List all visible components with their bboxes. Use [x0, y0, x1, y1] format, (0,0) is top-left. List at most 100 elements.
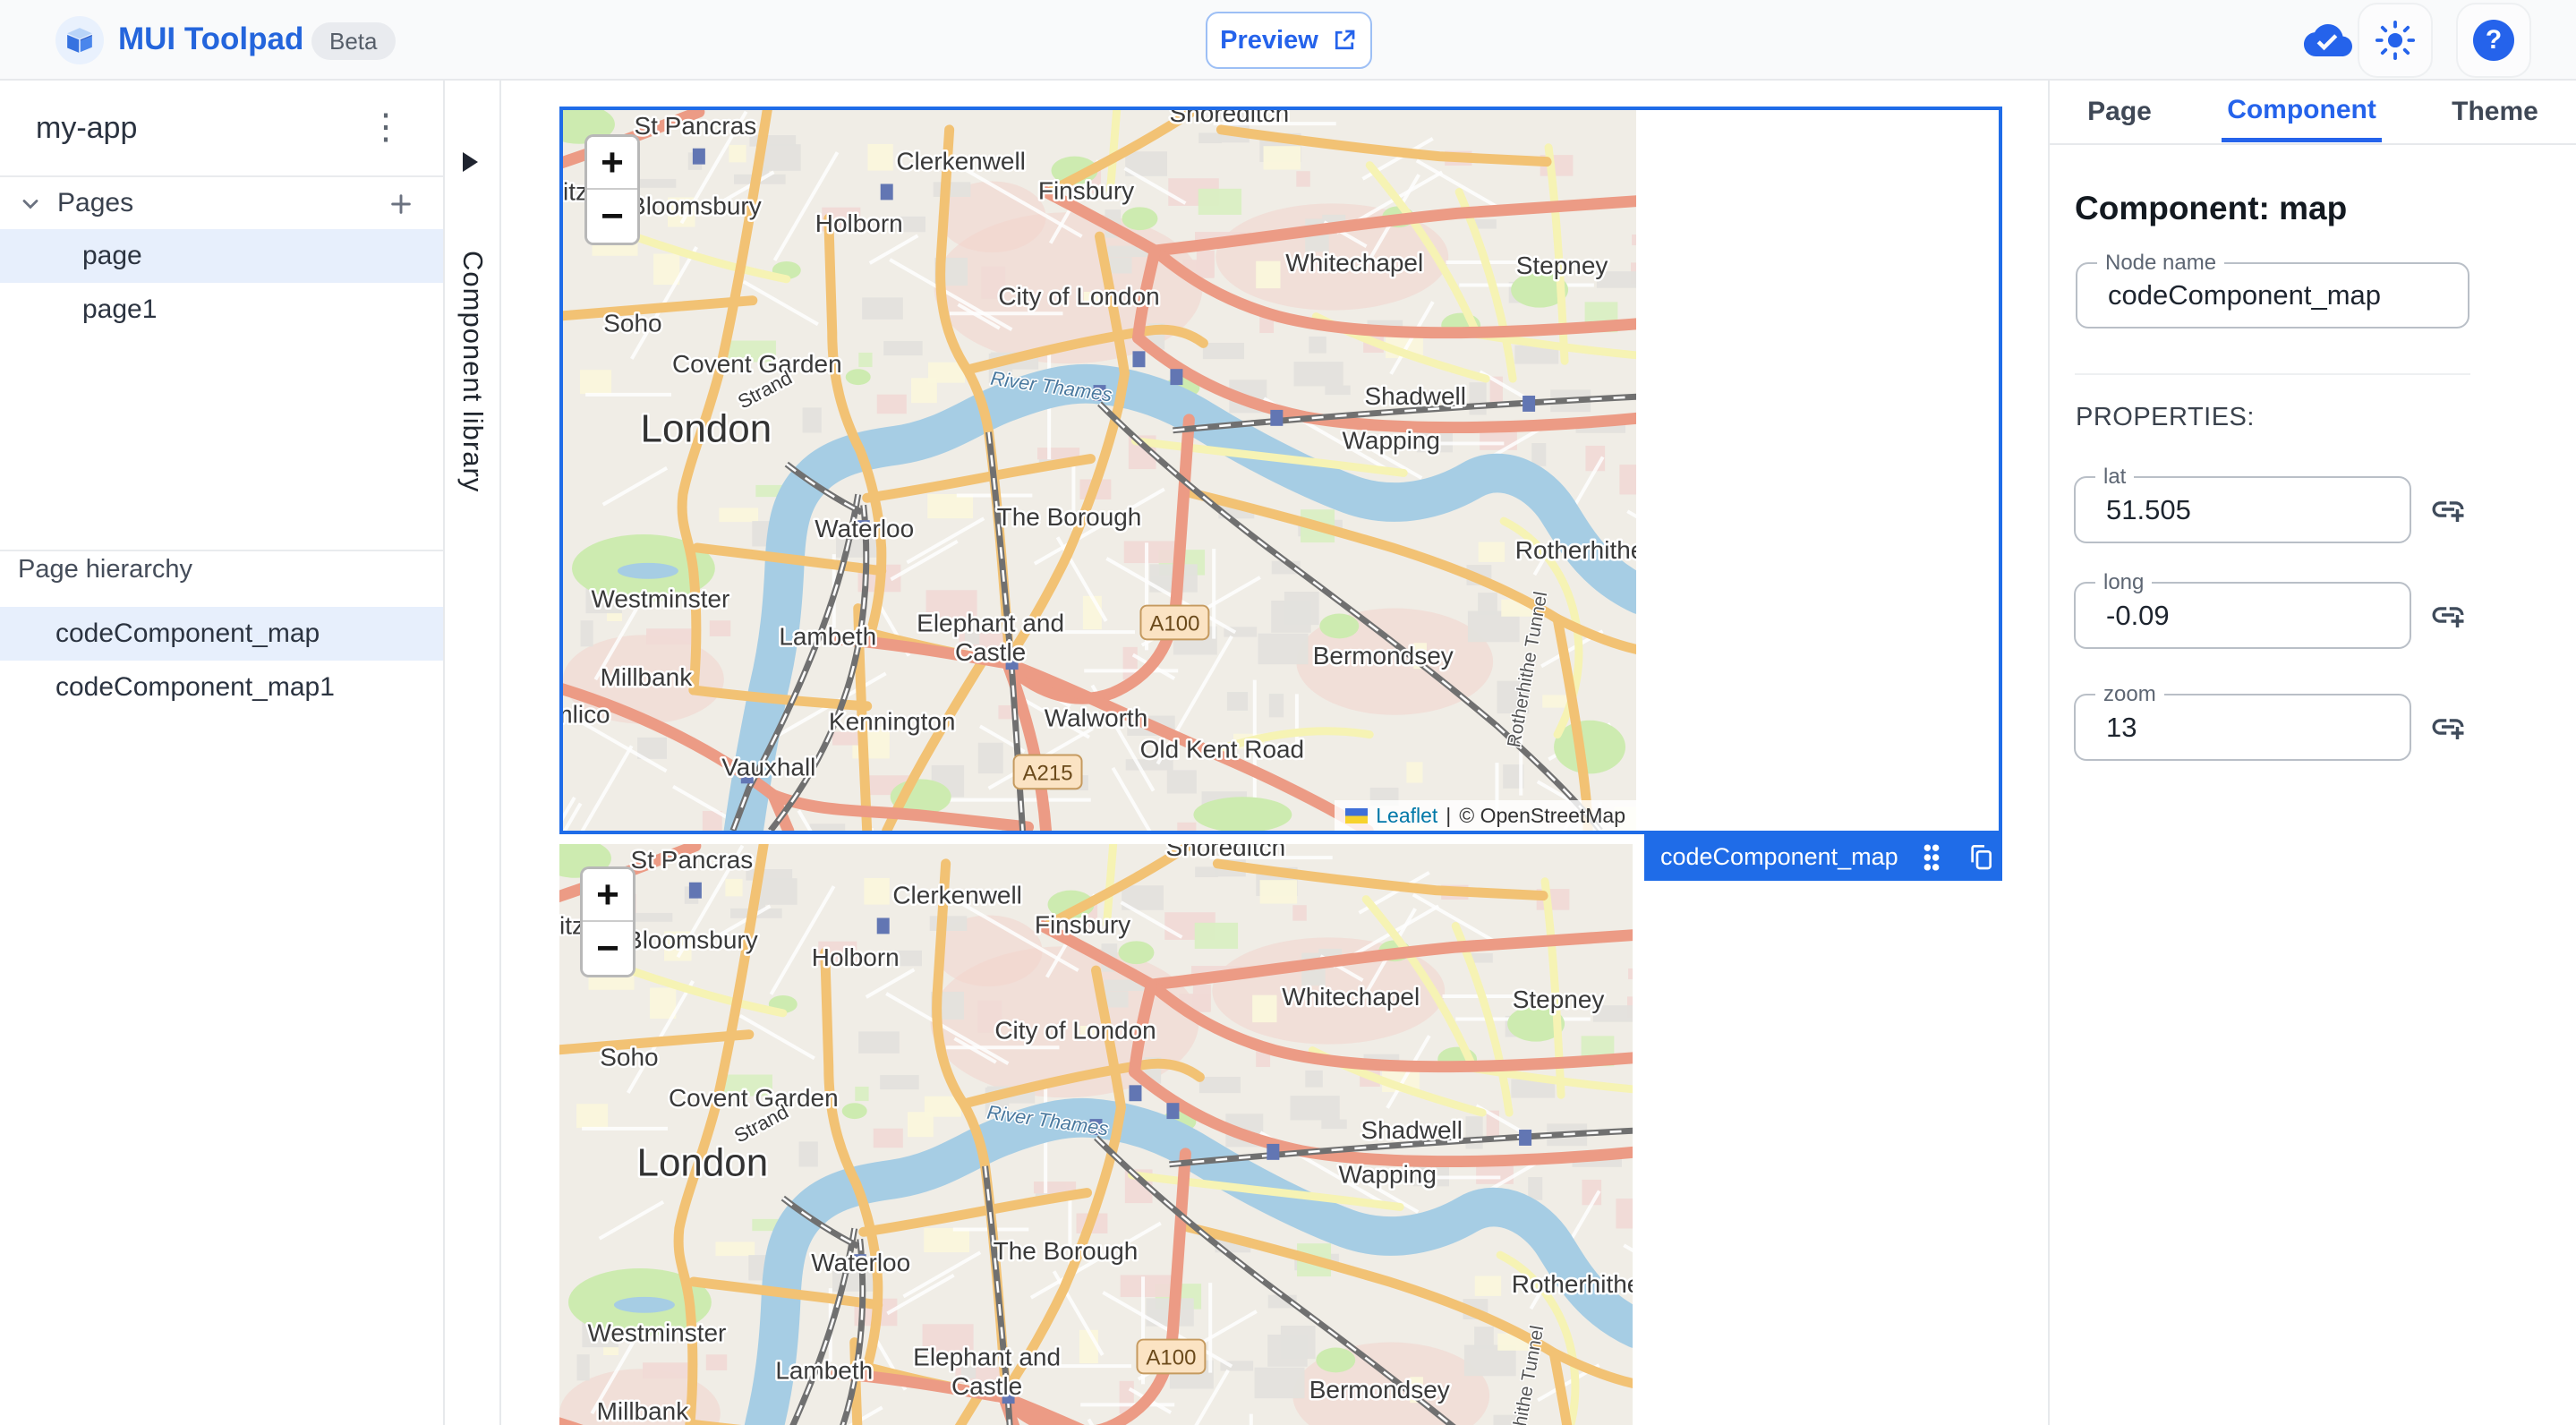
app-title: MUI Toolpad [118, 21, 304, 56]
page-canvas[interactable]: A100 A215 River Thames Rotherhithe Tunnel St… [501, 81, 2048, 1425]
lat-input[interactable]: lat 51.505 [2074, 465, 2411, 543]
map-place-label: Soho [603, 310, 661, 337]
map-place-label: Waterloo [815, 515, 914, 542]
map-tiles[interactable]: A100A215River ThamesRotherhithe TunnelSt… [516, 96, 1671, 904]
road-ref-badge: A100 [1149, 611, 1199, 636]
toolpad-logo-icon [55, 16, 104, 64]
drag-handle-icon[interactable] [1920, 842, 1943, 873]
zoom-in-button[interactable]: + [583, 869, 633, 922]
hierarchy-item-label: codeComponent_map1 [55, 672, 335, 702]
app-menu-kebab-icon[interactable]: ⋮ [368, 107, 404, 147]
long-input[interactable]: long -0.09 [2074, 570, 2411, 649]
hierarchy-item-codeComponent_map1[interactable]: codeComponent_map1 [0, 661, 443, 714]
map-place-label: Millbank [601, 663, 693, 691]
map-place-label: Lambeth [775, 1356, 873, 1384]
inspector-tabs: Page Component Theme [2050, 81, 2576, 145]
tab-page[interactable]: Page [2082, 84, 2157, 140]
map-place-label: Elephant and [913, 1343, 1061, 1370]
leaflet-link[interactable]: Leaflet [1376, 804, 1437, 828]
map-place-label: Finsbury [1035, 910, 1130, 938]
question-mark-icon: ? [2473, 20, 2514, 61]
pages-section-label: Pages [57, 188, 134, 218]
theme-toggle-button[interactable] [2358, 3, 2433, 78]
map-place-label: Shadwell [1361, 1116, 1462, 1144]
expand-library-icon[interactable] [463, 152, 478, 172]
hierarchy-item-label: codeComponent_map [55, 619, 320, 648]
map-place-label: Wapping [1343, 427, 1440, 455]
tab-component[interactable]: Component [2222, 82, 2382, 142]
sidebar-item-label: page [82, 241, 142, 270]
preview-button[interactable]: Preview [1206, 12, 1372, 69]
map-place-label: City of London [998, 283, 1159, 311]
node-name-input[interactable]: Node name codeComponent_map [2076, 251, 2469, 329]
openstreetmap-render: A100A215River ThamesRotherhithe TunnelSt… [559, 844, 1638, 1425]
map-component-2[interactable]: A100A215River ThamesRotherhithe TunnelSt… [559, 844, 1638, 1425]
preview-button-label: Preview [1220, 25, 1318, 55]
road-ref-badge: A215 [1023, 761, 1073, 785]
help-button[interactable]: ? [2456, 3, 2531, 78]
map-place-label: Stepney [1516, 252, 1608, 279]
map-place-label: Bloomsbury [629, 192, 762, 219]
cloud-synced-icon [2304, 24, 2352, 56]
map-place-label: The Borough [994, 1237, 1139, 1265]
bind-property-icon[interactable] [2429, 491, 2467, 528]
sidebar-item-page1[interactable]: page1 [0, 283, 443, 337]
map-place-label: Elephant and [917, 609, 1064, 636]
zoom-in-button[interactable]: + [587, 137, 637, 190]
app-name: my-app [36, 111, 138, 145]
map-tiles[interactable]: A100A215River ThamesRotherhithe TunnelSt… [559, 844, 1638, 1425]
map-component-selected[interactable]: A100 A215 River Thames Rotherhithe Tunnel St… [516, 96, 2002, 904]
map-place-label: Rotherhithe [1512, 1270, 1633, 1298]
beta-badge: Beta [311, 22, 396, 60]
zoom-out-button[interactable]: − [583, 922, 633, 975]
sidebar-item-page[interactable]: page [0, 229, 443, 283]
bind-property-icon[interactable] [2429, 708, 2467, 746]
app-name-row: my-app ⋮ [0, 81, 443, 175]
add-page-icon[interactable] [387, 190, 415, 218]
long-value: -0.09 [2106, 599, 2170, 631]
delete-icon[interactable] [2018, 842, 2045, 873]
map-place-label: Waterloo [811, 1249, 910, 1276]
map-place-label: St Pancras [634, 112, 756, 140]
map-place-label: Holborn [812, 943, 900, 971]
component-title: Component: map [2075, 190, 2348, 226]
ukraine-flag-icon [1345, 807, 1369, 823]
hierarchy-item-codeComponent_map[interactable]: codeComponent_map [0, 607, 443, 661]
openstreetmap-render: A100A215River ThamesRotherhithe TunnelSt… [516, 96, 1671, 904]
openstreetmap-credit[interactable]: © OpenStreetMap [1459, 804, 1625, 828]
map-place-label: Holborn [815, 209, 903, 237]
map-place-label: Covent Garden [672, 350, 842, 378]
zoom-input[interactable]: zoom 13 [2074, 682, 2411, 761]
map-zoom-control: + − [584, 134, 640, 245]
map-place-label: Castle [955, 638, 1026, 666]
properties-title: PROPERTIES: [2076, 403, 2255, 431]
sun-icon [2375, 20, 2416, 61]
map-place-label: Shoreditch [1166, 844, 1286, 861]
map-place-label: Whitechapel [1285, 249, 1423, 277]
lat-value: 51.505 [2106, 493, 2191, 525]
zoom-value: 13 [2106, 711, 2137, 743]
chevron-down-icon[interactable] [18, 192, 43, 217]
inspector-panel: Page Component Theme Component: map Node… [2048, 81, 2576, 1425]
map-place-label: Clerkenwell [896, 148, 1026, 175]
map-place-label: Whitechapel [1282, 983, 1420, 1011]
map-place-label: Old Kent Road [1140, 736, 1304, 764]
map-place-label: Wapping [1339, 1161, 1437, 1189]
zoom-out-button[interactable]: − [587, 190, 637, 243]
duplicate-icon[interactable] [1966, 842, 1995, 873]
map-place-label: Lambeth [779, 622, 876, 650]
bind-property-icon[interactable] [2429, 596, 2467, 634]
map-place-label: The Borough [997, 503, 1142, 531]
component-library-label: Component library [457, 251, 489, 493]
pages-section-header: Pages [0, 177, 443, 229]
map-place-label: Walworth [1045, 704, 1148, 732]
map-place-label: Clerkenwell [892, 882, 1022, 909]
component-library-strip: Component library [445, 81, 501, 1425]
tab-theme[interactable]: Theme [2446, 84, 2544, 140]
selected-node-label: codeComponent_map [1660, 843, 1898, 870]
map-place-label: St Pancras [630, 846, 753, 874]
map-place-label: Soho [600, 1044, 658, 1071]
map-attribution: Leaflet | © OpenStreetMap [1335, 800, 1636, 831]
node-name-value: codeComponent_map [2108, 279, 2382, 311]
explorer-sidebar: my-app ⋮ Pages page page1 Page hierarchy… [0, 81, 445, 1425]
